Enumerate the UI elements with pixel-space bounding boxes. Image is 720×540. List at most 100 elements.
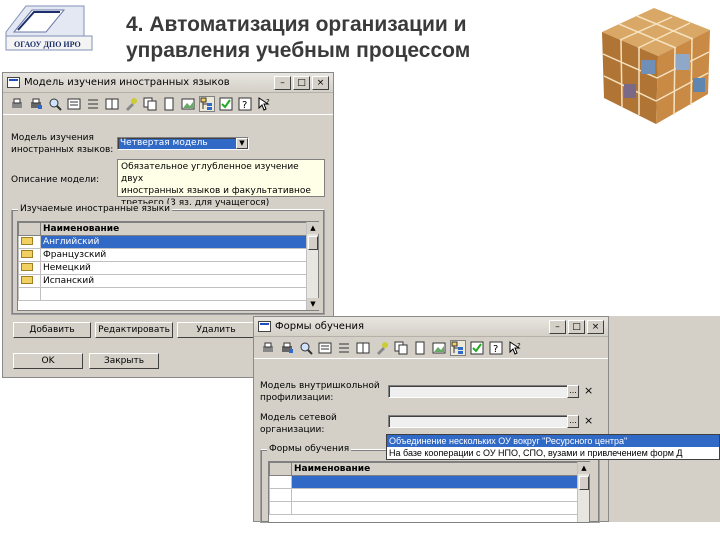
edit-button[interactable]: Редактировать (95, 322, 173, 338)
languages-grid[interactable]: Наименование Английский Французский Неме… (17, 221, 319, 311)
chevron-down-icon[interactable]: ▼ (236, 138, 248, 149)
vertical-scrollbar[interactable]: ▲ ▼ (306, 222, 319, 310)
intra-profile-label-2: профилизации: (260, 393, 334, 403)
forms-grid[interactable]: Наименование ▲ (268, 461, 590, 523)
search-icon[interactable] (298, 340, 314, 356)
intra-profile-browse-button[interactable]: ... (567, 385, 579, 398)
vertical-scrollbar[interactable]: ▲ (577, 462, 590, 522)
context-help-icon[interactable]: ? (256, 96, 272, 112)
grid-header-name[interactable]: Наименование (291, 462, 589, 476)
study-model-value: Четвертая модель (120, 138, 208, 148)
context-help-icon[interactable]: ? (507, 340, 523, 356)
network-label-1: Модель сетевой (260, 413, 337, 423)
table-row[interactable] (269, 475, 589, 489)
tree-view-icon[interactable] (199, 95, 215, 112)
maximize-button[interactable]: □ (568, 320, 585, 334)
toolbar: ? ? (3, 93, 333, 115)
network-clear-icon[interactable]: × (584, 415, 593, 427)
tools-icon[interactable] (374, 340, 390, 356)
table-row[interactable] (269, 488, 589, 502)
ok-button[interactable]: OK (13, 353, 83, 369)
background-window-strip (609, 316, 720, 522)
window-titlebar[interactable]: Формы обучения – □ × (254, 317, 608, 337)
folder-icon (21, 275, 33, 284)
close-button[interactable]: Закрыть (89, 353, 159, 369)
network-field[interactable] (388, 415, 568, 428)
toolbar: ? ? (254, 337, 608, 359)
help-icon[interactable]: ? (488, 340, 504, 356)
intra-profile-label-1: Модель внутришкольной (260, 381, 380, 391)
scroll-down-icon[interactable]: ▼ (307, 298, 319, 310)
minimize-button[interactable]: – (274, 76, 291, 90)
print-icon[interactable] (9, 96, 25, 112)
filter-icon[interactable] (317, 340, 333, 356)
help-icon[interactable]: ? (237, 96, 253, 112)
print-setup-icon[interactable] (279, 340, 295, 356)
slide-title-line-1: 4. Автоматизация организации и (126, 13, 467, 36)
filter-icon[interactable] (66, 96, 82, 112)
grid-header-row: Наименование (18, 222, 318, 236)
document-icon[interactable] (161, 96, 177, 112)
delete-button[interactable]: Удалить (177, 322, 255, 338)
study-model-label-1: Модель изучения (11, 133, 94, 143)
window-icon (258, 321, 271, 332)
search-icon[interactable] (47, 96, 63, 112)
dropdown-option[interactable]: На базе кооперации с ОУ НПО, СПО, вузами… (387, 447, 719, 459)
close-window-button[interactable]: × (312, 76, 329, 90)
intra-profile-field[interactable] (388, 385, 568, 398)
copy-icon[interactable] (142, 96, 158, 112)
languages-group-title: Изучаемые иностранные языки (18, 204, 173, 215)
copy-icon[interactable] (393, 340, 409, 356)
intra-profile-clear-icon[interactable]: × (584, 385, 593, 397)
image-icon[interactable] (431, 340, 447, 356)
minimize-button[interactable]: – (549, 320, 566, 334)
network-model-dropdown-list[interactable]: Объединение нескольких ОУ вокруг "Ресурс… (386, 434, 720, 460)
network-browse-button[interactable]: ... (567, 415, 579, 428)
language-name: Немецкий (40, 261, 318, 275)
document-icon[interactable] (412, 340, 428, 356)
table-row[interactable]: Английский (18, 235, 318, 249)
folder-icon (21, 262, 33, 271)
svg-text:?: ? (266, 98, 270, 106)
description-memo[interactable]: Обязательное углубленное изучение двух и… (117, 159, 325, 208)
description-line-2: иностранных языков и факультативное (121, 186, 311, 196)
scroll-thumb[interactable] (308, 236, 318, 250)
dropdown-option[interactable]: Объединение нескольких ОУ вокруг "Ресурс… (387, 435, 719, 447)
grid-header-row: Наименование (269, 462, 589, 476)
description-label: Описание модели: (11, 175, 100, 185)
list-icon[interactable] (336, 340, 352, 356)
scroll-thumb[interactable] (579, 476, 589, 490)
print-icon[interactable] (260, 340, 276, 356)
logo-text: ОГАОУ ДПО ИРО (14, 40, 81, 49)
forms-group-title: Формы обучения (267, 444, 352, 455)
grid-header-name[interactable]: Наименование (40, 222, 318, 236)
tree-view-icon[interactable] (450, 339, 466, 356)
table-row[interactable]: Немецкий (18, 261, 318, 275)
svg-text:?: ? (493, 344, 498, 355)
table-row[interactable] (18, 287, 318, 301)
table-row[interactable] (269, 501, 589, 515)
language-name: Испанский (40, 274, 318, 288)
study-model-select[interactable]: Четвертая модель ▼ (117, 137, 249, 150)
grid-icon[interactable] (104, 96, 120, 112)
print-setup-icon[interactable] (28, 96, 44, 112)
scroll-up-icon[interactable]: ▲ (307, 222, 319, 234)
window-titlebar[interactable]: Модель изучения иностранных языков – □ × (3, 73, 333, 93)
image-icon[interactable] (180, 96, 196, 112)
language-name: Французский (40, 248, 318, 262)
table-row[interactable]: Французский (18, 248, 318, 262)
scroll-up-icon[interactable]: ▲ (578, 462, 590, 474)
list-icon[interactable] (85, 96, 101, 112)
grid-icon[interactable] (355, 340, 371, 356)
select-all-icon[interactable] (218, 96, 234, 112)
description-line-1: Обязательное углубленное изучение двух (121, 162, 299, 184)
slide-title-line-2: управления учебным процессом (126, 39, 471, 62)
select-all-icon[interactable] (469, 340, 485, 356)
close-window-button[interactable]: × (587, 320, 604, 334)
table-row[interactable]: Испанский (18, 274, 318, 288)
maximize-button[interactable]: □ (293, 76, 310, 90)
study-model-label-2: иностранных языков: (11, 145, 114, 155)
tools-icon[interactable] (123, 96, 139, 112)
add-button[interactable]: Добавить (13, 322, 91, 338)
svg-text:?: ? (517, 342, 521, 350)
